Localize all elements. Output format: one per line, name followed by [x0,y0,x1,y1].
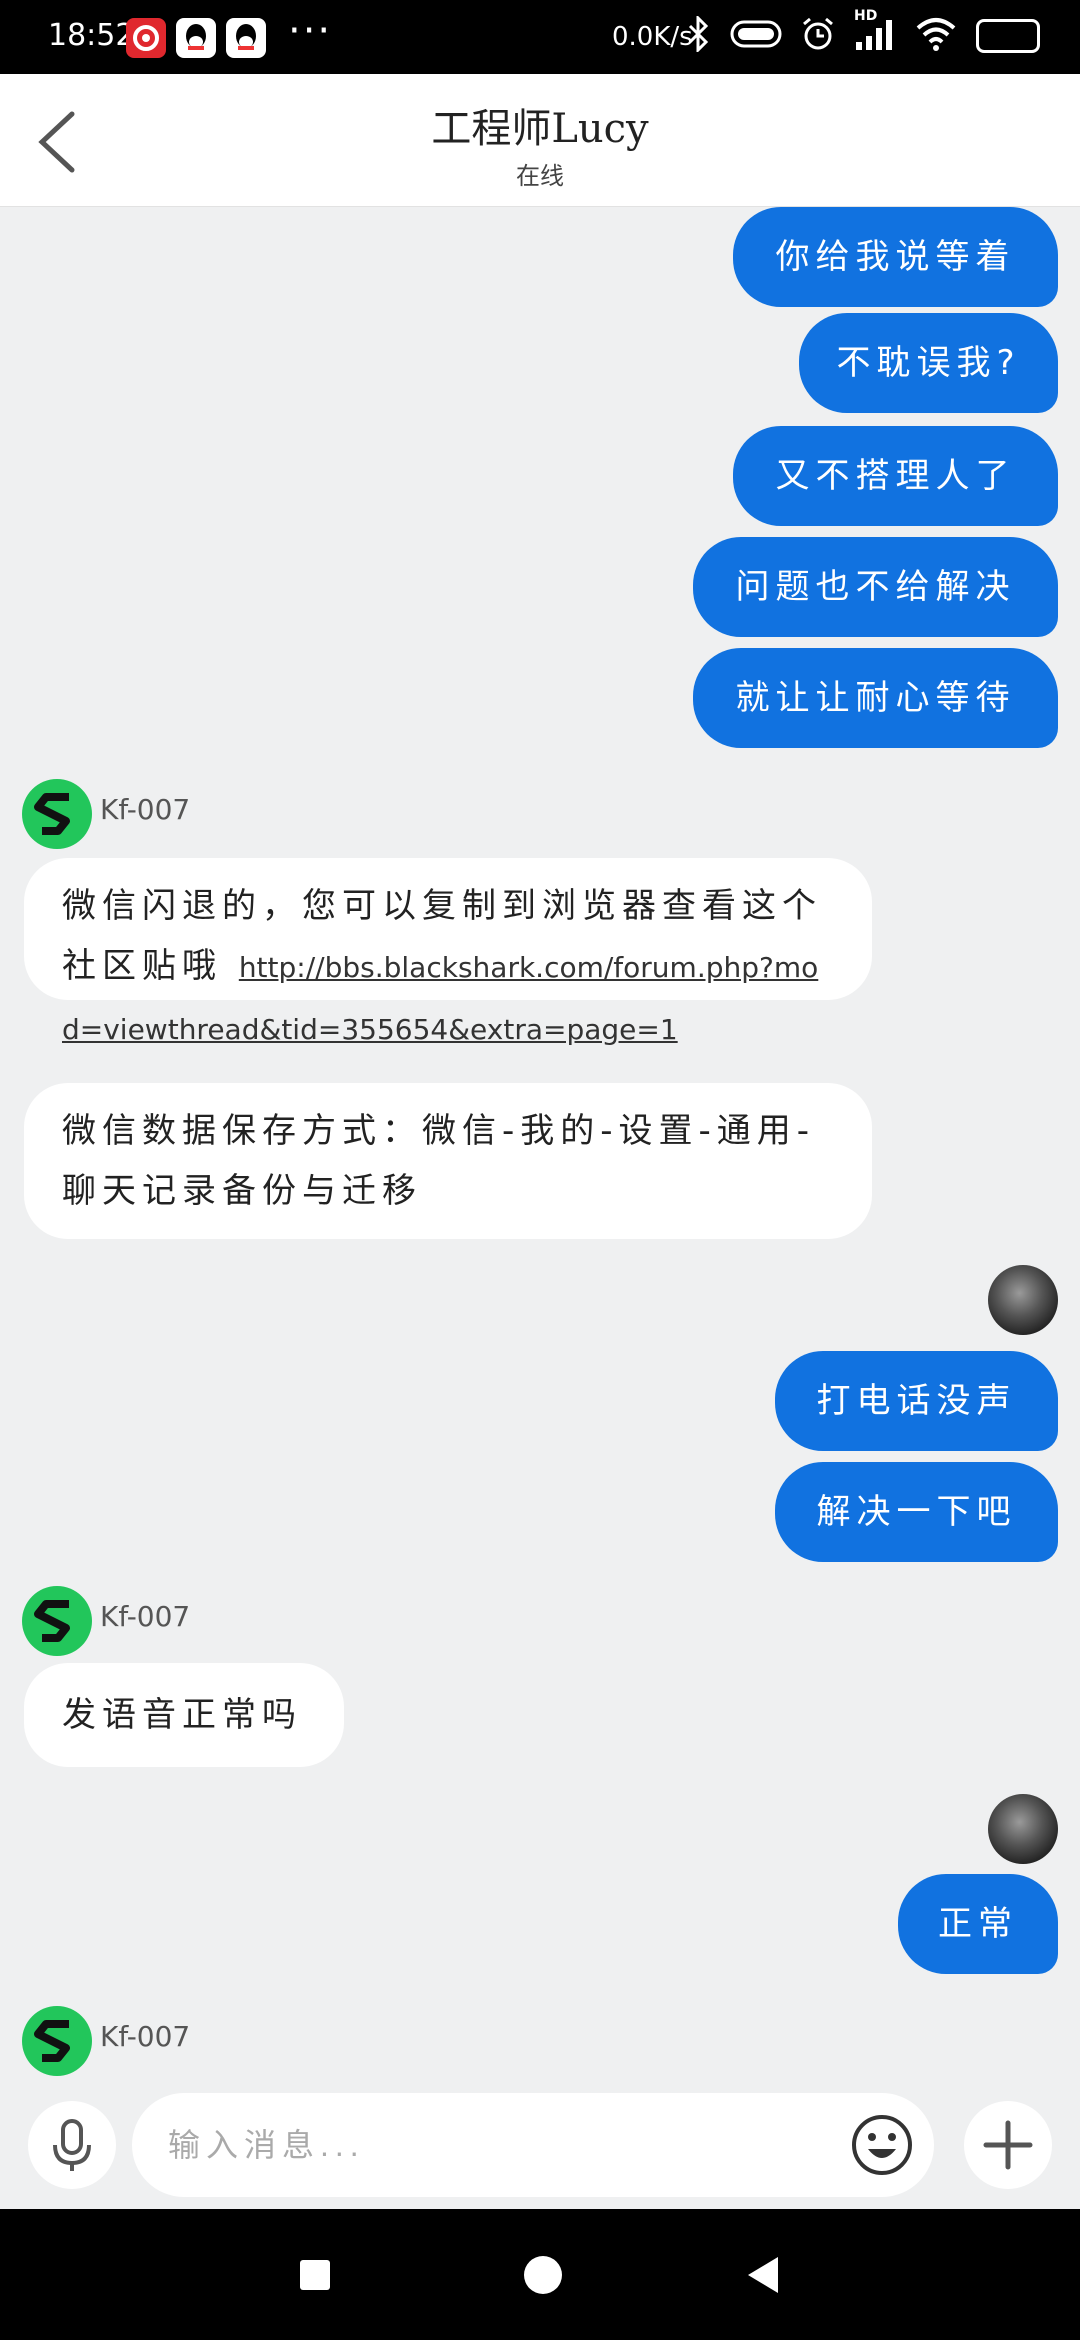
alarm-icon [800,16,836,56]
message-bubble-outgoing[interactable]: 又不搭理人了 [733,426,1058,526]
message-list[interactable]: 你给我说等着 不耽误我? 又不搭理人了 问题也不给解决 就让让耐心等待 Kf-0… [0,207,1080,2087]
network-speed: 0.0K/s [612,22,693,52]
message-bubble-outgoing[interactable]: 正常 [898,1874,1058,1974]
message-input[interactable] [132,2093,934,2197]
message-bubble-outgoing[interactable]: 你给我说等着 [733,207,1058,307]
agent-avatar[interactable] [22,779,92,849]
status-time: 18:52 [48,18,135,53]
qq-icon [226,18,266,58]
emoji-button[interactable] [850,2113,914,2177]
message-bubble-outgoing[interactable]: 问题也不给解决 [693,537,1058,637]
message-text: 微信数据保存方式：微信-我的-设置-通用-聊天记录备份与迁移 [62,1111,816,1211]
toggle-icon [730,18,782,54]
microphone-icon [53,2119,91,2171]
plus-icon [983,2120,1033,2170]
message-text: 发语音正常吗 [62,1695,302,1735]
sender-name: Kf-007 [100,1600,191,1633]
user-avatar[interactable] [988,1265,1058,1335]
qq-icon [176,18,216,58]
message-bubble-outgoing[interactable]: 就让让耐心等待 [693,648,1058,748]
status-bar: 18:52 ··· 0.0K/s HD 62 [0,0,1080,74]
voice-input-button[interactable] [28,2101,116,2189]
message-bubble-outgoing[interactable]: 打电话没声 [775,1351,1058,1451]
chat-header: 工程师Lucy 在线 [0,74,1080,207]
wifi-icon [914,16,958,56]
system-navigation-bar [0,2209,1080,2340]
signal-icon: HD [854,8,896,56]
message-bubble-incoming[interactable]: 微信数据保存方式：微信-我的-设置-通用-聊天记录备份与迁移 [24,1083,872,1239]
agent-avatar[interactable] [22,2006,92,2076]
message-input-bar [0,2087,1080,2209]
message-bubble-incoming[interactable]: 微信闪退的，您可以复制到浏览器查看这个社区贴哦 http://bbs.black… [24,858,872,1046]
more-notifications-icon: ··· [288,8,333,54]
battery-level: 62 [995,24,1021,48]
smiley-icon [852,2115,912,2175]
recent-apps-button[interactable] [300,2260,330,2290]
user-avatar[interactable] [988,1794,1058,1864]
page-title: 工程师Lucy [431,106,649,152]
add-attachment-button[interactable] [964,2101,1052,2189]
agent-avatar[interactable] [22,1586,92,1656]
battery-icon: 62 [976,19,1040,53]
sender-name: Kf-007 [100,793,191,826]
blackshark-logo-icon [34,2020,70,2062]
home-button[interactable] [524,2256,562,2294]
blackshark-logo-icon [34,793,70,835]
netease-music-icon [126,18,166,58]
message-bubble-outgoing[interactable]: 解决一下吧 [775,1462,1058,1562]
bluetooth-icon [686,14,712,56]
online-status: 在线 [516,162,564,190]
sender-name: Kf-007 [100,2020,191,2053]
blackshark-logo-icon [34,1600,70,1642]
message-bubble-outgoing[interactable]: 不耽误我? [799,313,1058,413]
back-nav-button[interactable] [748,2257,778,2293]
message-bubble-incoming[interactable]: 发语音正常吗 [24,1663,344,1767]
